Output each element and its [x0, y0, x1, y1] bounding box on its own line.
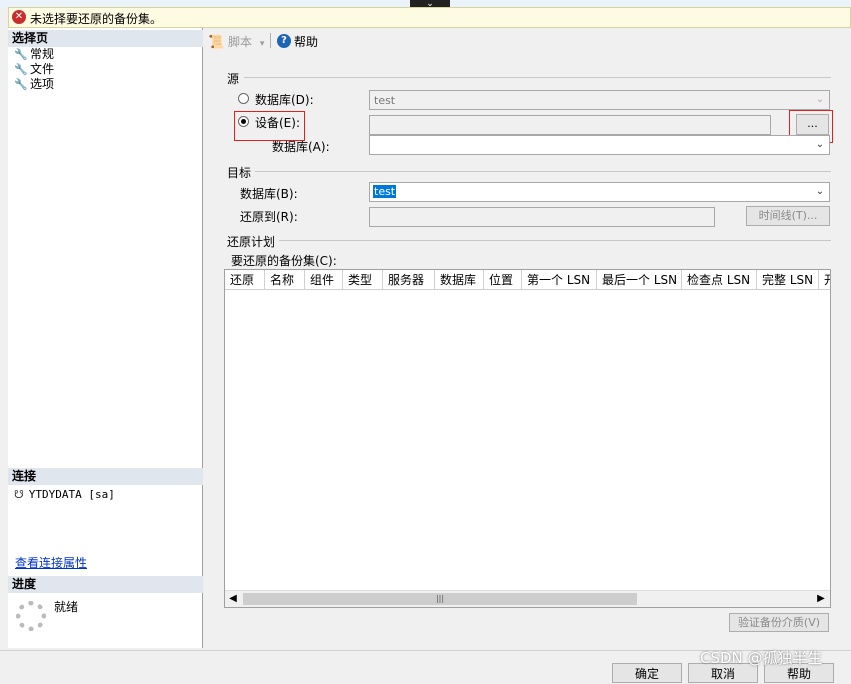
- target-database-value: test: [373, 185, 397, 198]
- device-radio-label: 设备(E):: [255, 116, 300, 130]
- source-group-line: [244, 77, 831, 78]
- device-database-label: 数据库(A):: [272, 140, 330, 154]
- verify-backup-media-button[interactable]: 验证备份介质(V): [729, 613, 829, 632]
- column-header[interactable]: 位置: [484, 270, 522, 290]
- chevron-down-icon: ⌄: [815, 186, 825, 197]
- column-header[interactable]: 类型: [343, 270, 383, 290]
- device-field[interactable]: [369, 115, 771, 135]
- timeline-button[interactable]: 时间线(T)...: [746, 206, 830, 226]
- wrench-icon: 🔧: [14, 78, 28, 91]
- page-item-label: 文件: [30, 62, 55, 76]
- restore-to-label: 还原到(R):: [240, 210, 298, 224]
- page-item-label: 常规: [30, 47, 55, 61]
- column-header[interactable]: 服务器: [383, 270, 435, 290]
- device-radio[interactable]: [238, 116, 249, 127]
- target-group-label: 目标: [227, 166, 252, 180]
- chevron-down-icon: ⌄: [815, 94, 825, 105]
- connection-item: ☋ YTDYDATA [sa]: [14, 488, 115, 501]
- progress-header: 进度: [8, 576, 203, 593]
- column-header[interactable]: 还原: [225, 270, 265, 290]
- scrollbar-thumb[interactable]: |||: [243, 593, 637, 605]
- column-header[interactable]: 名称: [265, 270, 305, 290]
- device-database-select[interactable]: ⌄: [369, 135, 830, 155]
- page-item-files[interactable]: 🔧 文件: [14, 62, 54, 77]
- help-icon[interactable]: ?: [277, 34, 291, 48]
- backup-sets-label: 要还原的备份集(C):: [231, 254, 337, 268]
- source-group-label: 源: [227, 72, 240, 86]
- wrench-icon: 🔧: [14, 48, 28, 61]
- browse-button[interactable]: ...: [796, 114, 829, 135]
- target-group-line: [255, 171, 831, 172]
- horizontal-scrollbar[interactable]: ◀ ||| ▶: [225, 590, 830, 607]
- database-radio-label: 数据库(D):: [255, 93, 314, 107]
- select-page-header: 选择页: [8, 30, 203, 47]
- watermark: CSDN @孤独半生: [700, 649, 823, 667]
- script-label: 脚本: [228, 35, 253, 49]
- column-header[interactable]: 完整 LSN: [757, 270, 819, 290]
- toolbar-separator: [270, 33, 271, 48]
- column-header[interactable]: 检查点 LSN: [682, 270, 757, 290]
- scroll-left-icon[interactable]: ◀: [227, 593, 239, 604]
- server-connection-icon: ☋: [14, 488, 24, 501]
- chevron-down-icon: ⌄: [815, 139, 825, 150]
- chevron-down-icon: ▾: [259, 39, 265, 49]
- page-item-general[interactable]: 🔧 常规: [14, 47, 54, 62]
- restore-plan-line: [279, 240, 831, 241]
- column-header[interactable]: 最后一个 LSN: [597, 270, 682, 290]
- column-header[interactable]: 开: [819, 270, 830, 290]
- source-database-value: test: [374, 94, 396, 107]
- target-database-label: 数据库(B):: [240, 187, 298, 201]
- ok-button[interactable]: 确定: [612, 663, 682, 683]
- target-database-select[interactable]: test ⌄: [369, 182, 830, 202]
- view-connection-properties-link[interactable]: 查看连接属性: [15, 554, 87, 571]
- restore-plan-label: 还原计划: [227, 235, 276, 249]
- column-header[interactable]: 数据库: [435, 270, 484, 290]
- page-item-options[interactable]: 🔧 选项: [14, 77, 54, 92]
- help-button[interactable]: 帮助: [294, 33, 318, 50]
- progress-status: 就绪: [54, 600, 79, 614]
- error-message: 未选择要还原的备份集。: [30, 12, 163, 26]
- column-header[interactable]: 组件: [305, 270, 343, 290]
- scroll-right-icon[interactable]: ▶: [815, 593, 827, 604]
- column-header[interactable]: 第一个 LSN: [522, 270, 597, 290]
- grid-header-row: 还原 名称 组件 类型 服务器 数据库 位置 第一个 LSN 最后一个 LSN …: [225, 270, 830, 290]
- error-icon: ✕: [12, 10, 26, 24]
- script-button[interactable]: 📜 脚本 ▾: [208, 33, 264, 50]
- wrench-icon: 🔧: [14, 63, 28, 76]
- source-database-select: test ⌄: [369, 90, 830, 110]
- connection-header: 连接: [8, 468, 203, 485]
- progress-spinner-icon: [16, 601, 46, 631]
- connection-name: YTDYDATA [sa]: [28, 488, 115, 501]
- backup-sets-grid[interactable]: 还原 名称 组件 类型 服务器 数据库 位置 第一个 LSN 最后一个 LSN …: [224, 269, 831, 608]
- page-item-label: 选项: [30, 77, 55, 91]
- database-radio[interactable]: [238, 93, 249, 104]
- restore-to-field: [369, 207, 715, 227]
- script-icon: 📜: [208, 35, 225, 50]
